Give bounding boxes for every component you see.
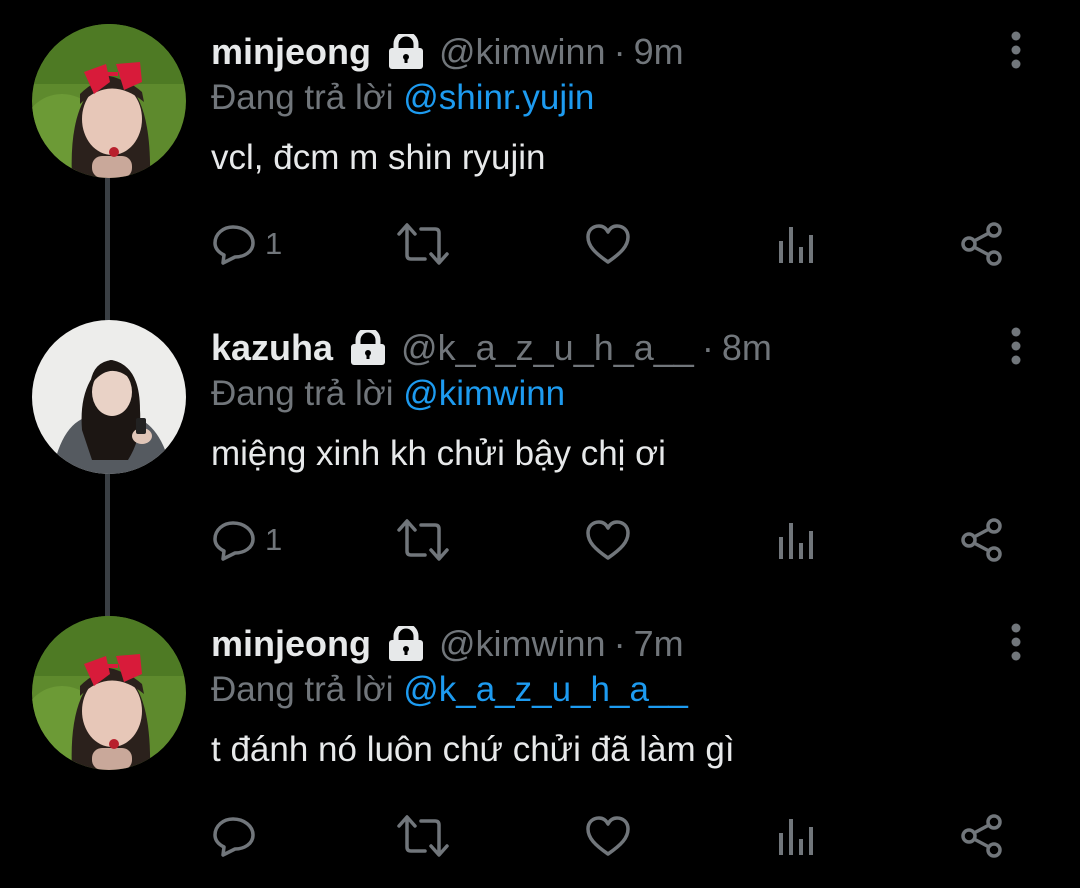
retweet-icon	[397, 519, 449, 561]
share-button[interactable]	[959, 214, 1005, 274]
display-name[interactable]: kazuha	[211, 327, 333, 369]
tweet-actions	[211, 806, 1041, 866]
share-button[interactable]	[959, 806, 1005, 866]
replying-to-line: Đang trả lời @k_a_z_u_h_a__	[211, 670, 688, 710]
reply-icon	[213, 817, 255, 857]
minjeong-avatar-image	[32, 24, 186, 178]
tweet-actions: 1	[211, 214, 1041, 274]
timestamp[interactable]: 8m	[722, 327, 772, 369]
tweet-text: t đánh nó luôn chứ chửi đã làm gì	[211, 730, 735, 769]
like-button[interactable]	[585, 806, 631, 866]
tweet-item[interactable]: minjeong @kimwinn · 7m Đang trả lời @k_a…	[0, 592, 1080, 888]
heart-icon	[586, 224, 630, 264]
avatar[interactable]	[32, 320, 186, 474]
share-icon	[961, 814, 1002, 858]
views-icon	[779, 819, 813, 855]
replying-to-line: Đang trả lời @shinr.yujin	[211, 78, 594, 118]
reply-count: 1	[265, 522, 283, 557]
share-icon	[961, 518, 1002, 562]
timestamp[interactable]: 9m	[634, 31, 684, 73]
retweet-icon	[397, 223, 449, 265]
views-icon	[779, 227, 813, 263]
reply-mention-link[interactable]: @shinr.yujin	[403, 78, 594, 117]
tweet-text: vcl, đcm m shin ryujin	[211, 138, 546, 177]
more-vertical-icon[interactable]	[1004, 30, 1028, 70]
reply-count: 1	[265, 226, 283, 261]
tweet-text: miệng xinh kh chửi bậy chị ơi	[211, 434, 666, 473]
display-name[interactable]: minjeong	[211, 31, 371, 73]
user-handle[interactable]: @k_a_z_u_h_a__	[401, 327, 694, 369]
replying-to-label: Đang trả lời	[211, 374, 394, 413]
lock-icon	[387, 626, 425, 662]
user-handle[interactable]: @kimwinn	[439, 31, 606, 73]
tweet-item[interactable]: kazuha @k_a_z_u_h_a__ · 8m Đang trả lời …	[0, 296, 1080, 592]
replying-to-label: Đang trả lời	[211, 78, 394, 117]
tweet-item[interactable]: minjeong @kimwinn · 9m Đang trả lời @shi…	[0, 0, 1080, 296]
user-handle[interactable]: @kimwinn	[439, 623, 606, 665]
heart-icon	[586, 816, 630, 856]
separator-dot: ·	[613, 623, 626, 664]
avatar[interactable]	[32, 24, 186, 178]
minjeong-avatar-image	[32, 616, 186, 770]
tweet-header: minjeong @kimwinn · 7m	[211, 622, 684, 666]
reply-icon	[213, 225, 255, 265]
display-name[interactable]: minjeong	[211, 623, 371, 665]
lock-icon	[387, 34, 425, 70]
reply-button[interactable]	[211, 806, 265, 866]
kazuha-avatar-image	[32, 320, 186, 474]
reply-icon	[213, 521, 255, 561]
like-button[interactable]	[585, 214, 631, 274]
reply-mention-link[interactable]: @k_a_z_u_h_a__	[403, 670, 688, 709]
retweet-button[interactable]	[397, 214, 449, 274]
views-button[interactable]	[777, 806, 817, 866]
avatar[interactable]	[32, 616, 186, 770]
share-icon	[961, 222, 1002, 266]
more-vertical-icon[interactable]	[1004, 622, 1028, 662]
separator-dot: ·	[613, 31, 626, 72]
views-button[interactable]	[777, 214, 817, 274]
separator-dot: ·	[701, 327, 714, 368]
tweet-actions: 1	[211, 510, 1041, 570]
replying-to-label: Đang trả lời	[211, 670, 394, 709]
tweet-header: minjeong @kimwinn · 9m	[211, 30, 684, 74]
heart-icon	[586, 520, 630, 560]
views-icon	[779, 523, 813, 559]
reply-button[interactable]: 1	[211, 214, 282, 274]
share-button[interactable]	[959, 510, 1005, 570]
more-vertical-icon[interactable]	[1004, 326, 1028, 366]
reply-button[interactable]: 1	[211, 510, 282, 570]
like-button[interactable]	[585, 510, 631, 570]
retweet-button[interactable]	[397, 806, 449, 866]
retweet-button[interactable]	[397, 510, 449, 570]
views-button[interactable]	[777, 510, 817, 570]
lock-icon	[349, 330, 387, 366]
tweet-header: kazuha @k_a_z_u_h_a__ · 8m	[211, 326, 772, 370]
reply-mention-link[interactable]: @kimwinn	[403, 374, 565, 413]
retweet-icon	[397, 815, 449, 857]
replying-to-line: Đang trả lời @kimwinn	[211, 374, 565, 414]
timestamp[interactable]: 7m	[634, 623, 684, 665]
